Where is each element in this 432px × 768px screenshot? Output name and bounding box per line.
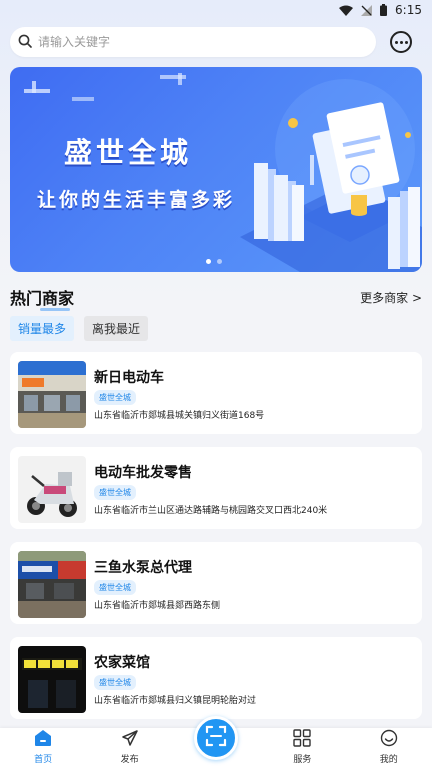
section-title: 热门商家 (10, 285, 74, 311)
merchant-address: 山东省临沂市兰山区通达路辅路与桃园路交叉口西北240米 (94, 506, 328, 516)
merchant-photo (18, 551, 86, 618)
search-input[interactable] (38, 35, 338, 49)
tab-me-label: 我的 (379, 755, 398, 765)
send-icon (121, 729, 139, 750)
merchant-address: 山东省临沂市郯城县归义镇昆明轮胎对过 (94, 696, 257, 706)
merchant-photo (18, 456, 86, 523)
merchant-tag: 盛世全城 (94, 580, 136, 595)
status-bar: 6:15 (0, 0, 432, 20)
status-time: 6:15 (395, 3, 422, 17)
search-icon (18, 33, 32, 52)
search-row (10, 27, 422, 57)
merchant-name: 三鱼水泵总代理 (94, 560, 192, 576)
merchant-card[interactable]: 电动车批发零售 盛世全城 山东省临沂市兰山区通达路辅路与桃园路交叉口西北240米 (10, 447, 422, 529)
carousel-dot[interactable] (217, 259, 222, 264)
tab-publish[interactable]: 发布 (98, 729, 162, 765)
scan-icon (205, 725, 227, 751)
merchant-card[interactable]: 三鱼水泵总代理 盛世全城 山东省临沂市郯城县郯西路东侧 (10, 542, 422, 624)
message-icon[interactable] (390, 31, 412, 53)
merchant-tag: 盛世全城 (94, 485, 136, 500)
merchant-name: 新日电动车 (94, 370, 164, 386)
merchant-list: 新日电动车 盛世全城 山东省临沂市郯城县城关镇归义街道168号 电动车批发零售 … (10, 352, 422, 732)
banner-carousel[interactable]: 盛世全城 让你的生活丰富多彩 (10, 67, 422, 272)
carousel-dot[interactable] (206, 259, 211, 264)
smile-icon (380, 729, 398, 750)
battery-icon (380, 4, 388, 16)
merchant-card[interactable]: 农家菜馆 盛世全城 山东省临沂市郯城县归义镇昆明轮胎对过 (10, 637, 422, 719)
filter-nearest[interactable]: 离我最近 (84, 316, 149, 341)
search-bar[interactable] (10, 27, 376, 57)
wifi-icon (339, 5, 354, 16)
scan-button[interactable] (194, 716, 238, 760)
no-signal-icon (361, 4, 373, 16)
merchant-address: 山东省临沂市郯城县郯西路东侧 (94, 601, 221, 611)
merchant-address: 山东省临沂市郯城县城关镇归义街道168号 (94, 411, 265, 421)
merchant-name: 农家菜馆 (94, 655, 150, 671)
section-header: 热门商家 更多商家 > (10, 285, 422, 311)
more-merchants-link[interactable]: 更多商家 > (360, 289, 422, 306)
home-icon (34, 729, 52, 750)
carousel-indicator (206, 259, 222, 264)
tab-me[interactable]: 我的 (357, 729, 421, 765)
banner-title: 盛世全城 (64, 136, 193, 169)
merchant-photo (18, 361, 86, 428)
filter-top-sales[interactable]: 销量最多 (10, 316, 75, 341)
tab-services-label: 服务 (293, 755, 312, 765)
merchant-tag: 盛世全城 (94, 390, 136, 405)
merchant-photo (18, 646, 86, 713)
tab-services[interactable]: 服务 (270, 729, 334, 765)
merchant-tag: 盛世全城 (94, 675, 136, 690)
tab-home-label: 首页 (34, 755, 53, 765)
tab-home[interactable]: 首页 (11, 729, 75, 765)
merchant-name: 电动车批发零售 (94, 465, 192, 481)
grid-icon (293, 729, 312, 750)
filter-chips: 销量最多 离我最近 (10, 316, 149, 341)
tab-publish-label: 发布 (120, 755, 139, 765)
banner-subtitle: 让你的生活丰富多彩 (37, 189, 236, 211)
merchant-card[interactable]: 新日电动车 盛世全城 山东省临沂市郯城县城关镇归义街道168号 (10, 352, 422, 434)
